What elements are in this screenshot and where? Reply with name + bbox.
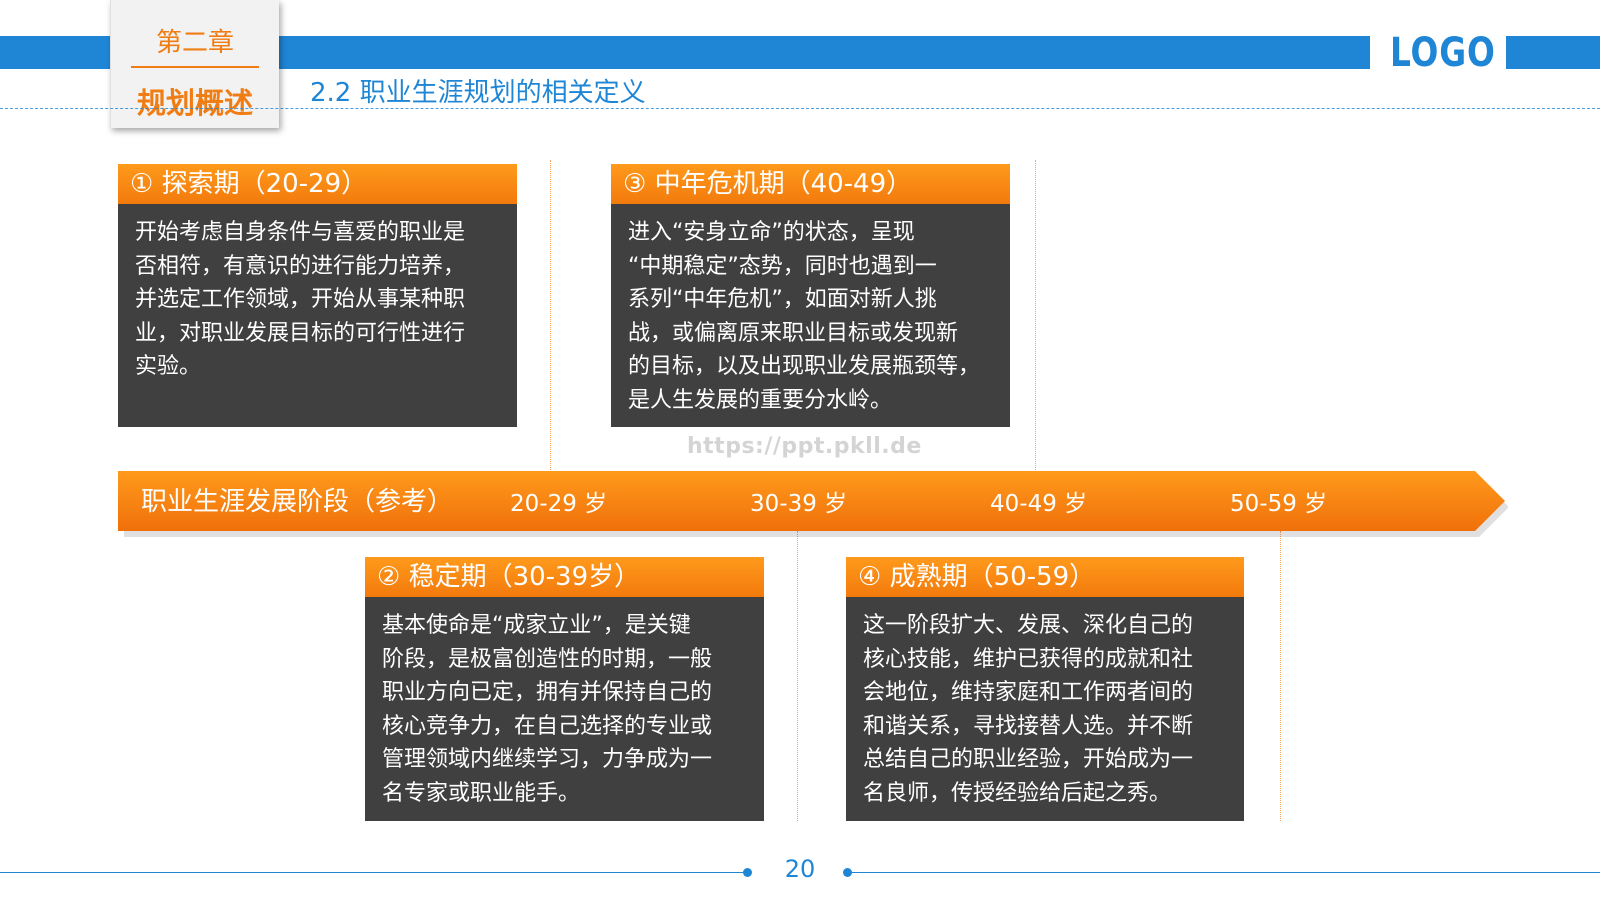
footer-line-left xyxy=(0,872,745,873)
watermark: https://ppt.pkll.de xyxy=(687,434,922,459)
stage-card-body: 开始考虑自身条件与喜爱的职业是 否相符，有意识的进行能力培养， 并选定工作领域，… xyxy=(135,220,466,379)
chapter-divider xyxy=(131,66,259,68)
timeline-label-50-59: 50-59 岁 xyxy=(1230,491,1328,517)
timeline-title: 职业生涯发展阶段（参考） xyxy=(141,487,454,517)
timeline-label-30-39: 30-39 岁 xyxy=(750,491,848,517)
timeline-label-40-49: 40-49 岁 xyxy=(990,491,1088,517)
logo: LOGO xyxy=(1390,30,1496,76)
header-dashed-divider xyxy=(0,108,1600,109)
stage-card-midlife: ③ 中年危机期（40-49） 进入“安身立命”的状态，呈现 “中期稳定”态势，同… xyxy=(611,164,1010,427)
page-number: 20 xyxy=(784,855,816,883)
stage-card-body: 进入“安身立命”的状态，呈现 “中期稳定”态势，同时也遇到一 系列“中年危机”，… xyxy=(628,220,981,413)
stage-card-explore: ① 探索期（20-29） 开始考虑自身条件与喜爱的职业是 否相符，有意识的进行能… xyxy=(118,164,517,427)
footer-dot-left xyxy=(743,868,752,877)
guide-line xyxy=(1280,531,1281,821)
stage-card-title: ④ 成熟期（50-59） xyxy=(846,557,1244,597)
timeline-label-20-29: 20-29 岁 xyxy=(510,491,608,517)
header-blue-bar-right xyxy=(1506,36,1600,69)
guide-line xyxy=(550,160,551,470)
section-title: 2.2 职业生涯规划的相关定义 xyxy=(310,78,646,108)
stage-card-body: 这一阶段扩大、发展、深化自己的 核心技能，维护已获得的成就和社 会地位，维持家庭… xyxy=(863,613,1194,806)
chapter-number: 第二章 xyxy=(155,28,234,58)
chapter-title: 规划概述 xyxy=(136,86,253,120)
stage-card-title: ① 探索期（20-29） xyxy=(118,164,517,204)
footer-line-right xyxy=(850,872,1600,873)
guide-line xyxy=(797,531,798,821)
stage-card-title: ③ 中年危机期（40-49） xyxy=(611,164,1010,204)
stage-card-mature: ④ 成熟期（50-59） 这一阶段扩大、发展、深化自己的 核心技能，维护已获得的… xyxy=(846,557,1244,821)
stage-card-body: 基本使命是“成家立业”，是关键 阶段，是极富创造性的时期，一般 职业方向已定，拥… xyxy=(382,613,713,806)
stage-card-stable: ② 稳定期（30-39岁） 基本使命是“成家立业”，是关键 阶段，是极富创造性的… xyxy=(365,557,764,821)
guide-line xyxy=(1035,160,1036,470)
stage-card-title: ② 稳定期（30-39岁） xyxy=(365,557,764,597)
